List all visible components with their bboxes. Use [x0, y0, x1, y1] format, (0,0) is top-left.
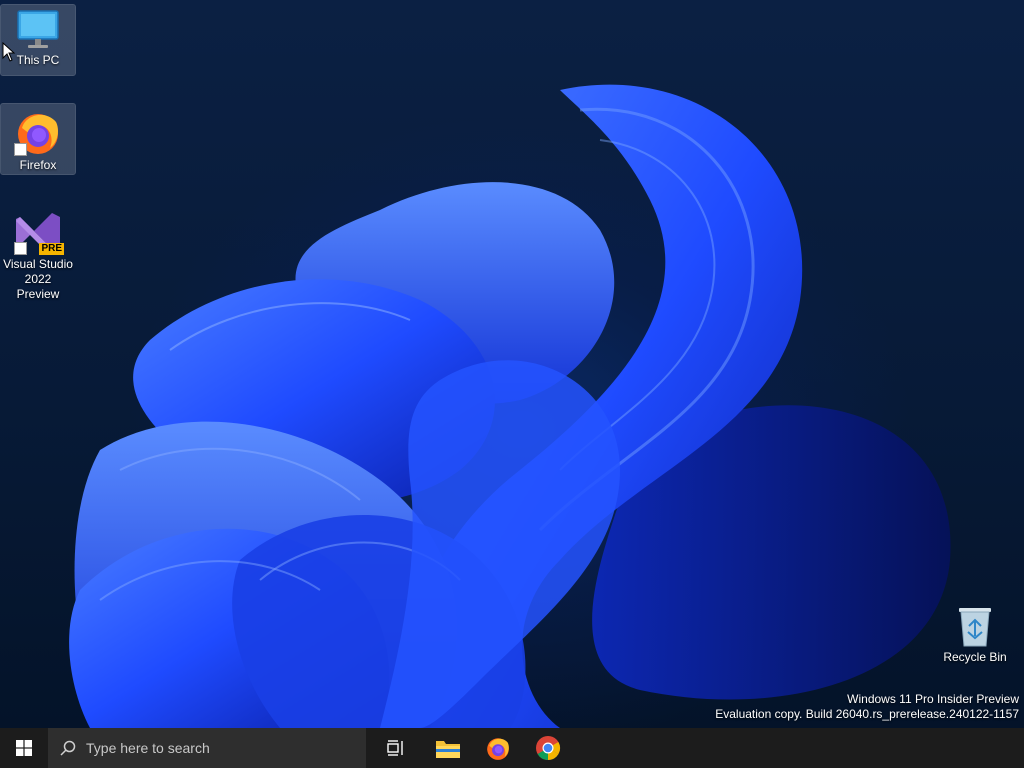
build-watermark: Windows 11 Pro Insider Preview Evaluatio… [715, 692, 1019, 722]
task-view-button[interactable] [372, 728, 420, 768]
wallpaper-bloom [69, 84, 951, 728]
windows-logo-icon [16, 740, 32, 756]
desktop[interactable]: This PC Firefox PRE Visual Studio 2022 P… [0, 0, 1024, 728]
desktop-icon-label: Firefox [19, 158, 57, 172]
desktop-icon-visual-studio-preview[interactable]: PRE Visual Studio 2022 Preview [1, 203, 75, 301]
chrome-taskbar-button[interactable] [524, 728, 572, 768]
search-placeholder: Type here to search [86, 740, 210, 756]
chrome-icon [536, 736, 561, 760]
desktop-icon-label: Recycle Bin [943, 650, 1007, 664]
recycle-bin-icon [955, 604, 995, 648]
taskbar: Type here to search [0, 728, 1024, 768]
search-icon [60, 740, 76, 756]
visual-studio-preview-icon: PRE [14, 207, 64, 255]
desktop-icon-label: Visual Studio 2022 Preview [1, 257, 75, 305]
file-explorer-button[interactable] [424, 728, 472, 768]
preview-badge: PRE [39, 243, 64, 255]
desktop-icon-recycle-bin[interactable]: Recycle Bin [938, 600, 1012, 670]
watermark-line-1: Windows 11 Pro Insider Preview [847, 692, 1019, 706]
mouse-pointer-icon [2, 42, 16, 62]
firefox-icon [14, 108, 62, 156]
search-input[interactable]: Type here to search [48, 728, 366, 768]
shortcut-arrow-icon [14, 242, 27, 255]
start-button[interactable] [0, 728, 48, 768]
firefox-taskbar-button[interactable] [474, 728, 522, 768]
firefox-icon [487, 738, 509, 760]
label-line-2: 2022 Preview [16, 272, 60, 301]
label-line-1: Visual Studio [3, 257, 73, 271]
desktop-icon-this-pc[interactable]: This PC [0, 4, 76, 76]
watermark-line-2: Evaluation copy. Build 26040.rs_prerelea… [715, 707, 1019, 721]
file-explorer-icon [436, 741, 460, 758]
shortcut-arrow-icon [14, 143, 27, 156]
desktop-icon-firefox[interactable]: Firefox [0, 103, 76, 175]
task-view-icon [387, 740, 403, 756]
monitor-icon [16, 9, 60, 51]
